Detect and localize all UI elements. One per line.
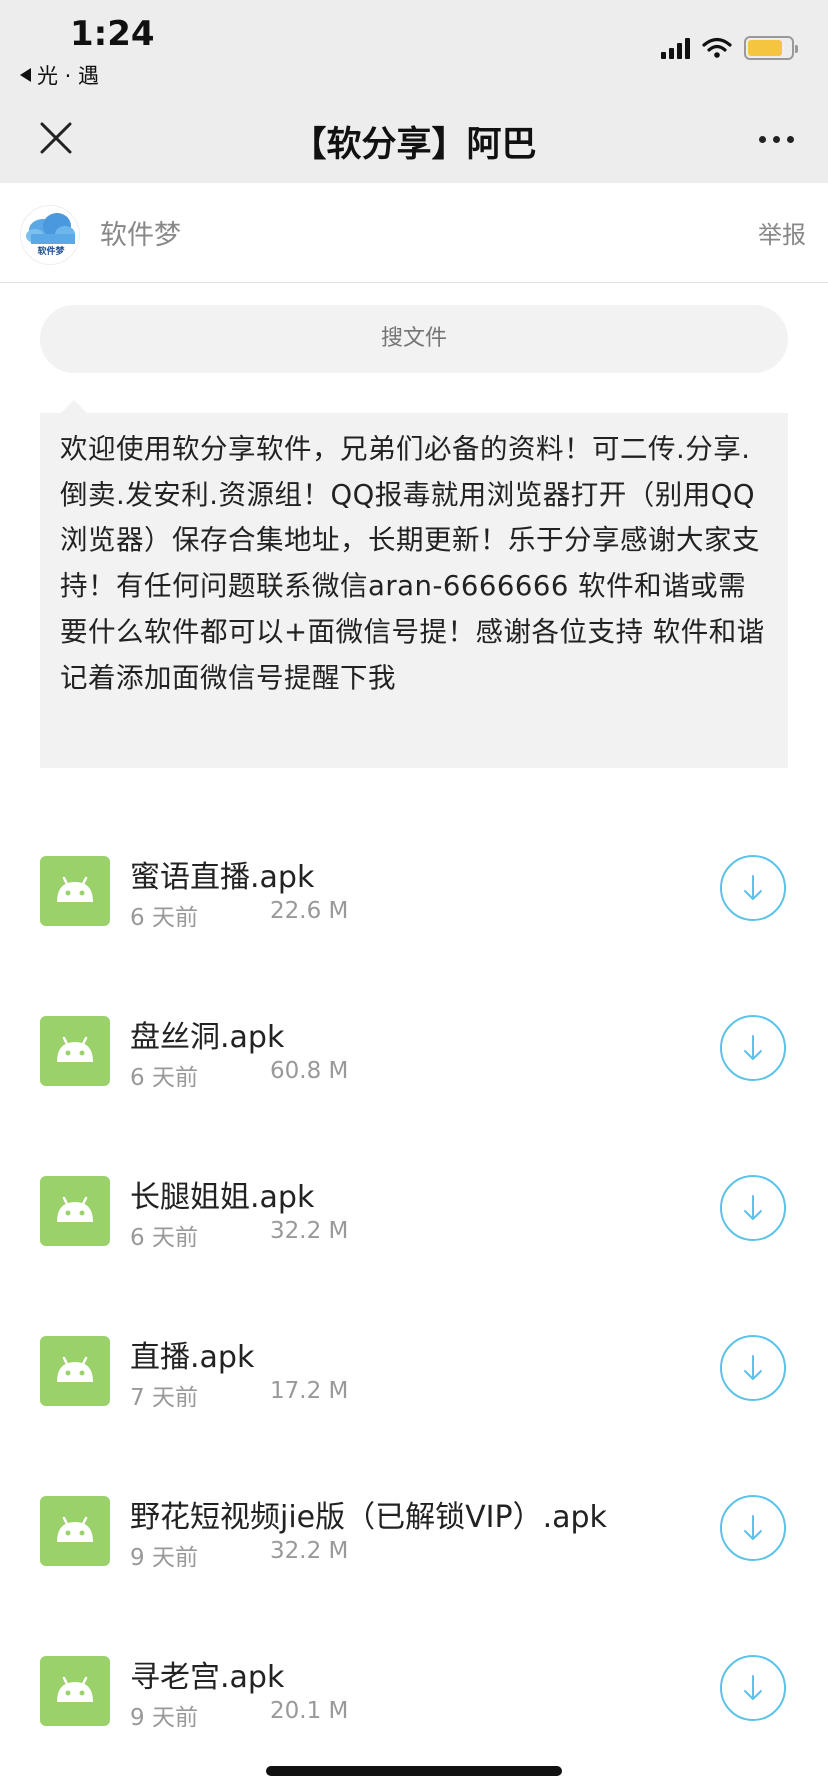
file-date: 7 天前 — [130, 1385, 198, 1411]
android-icon — [40, 1016, 110, 1086]
android-icon — [40, 856, 110, 926]
account-name[interactable]: 软件梦 — [100, 213, 181, 252]
file-name: 长腿姐姐.apk — [130, 1180, 315, 1215]
file-item[interactable]: 野花短视频jie版（已解锁VIP）.apk 9 天前 32.2 M — [0, 1460, 828, 1620]
android-icon — [40, 1496, 110, 1566]
download-icon[interactable] — [719, 1174, 787, 1242]
bubble-pointer — [60, 400, 88, 414]
android-icon — [40, 1656, 110, 1726]
file-item[interactable]: 蜜语直播.apk 6 天前 22.6 M — [0, 820, 828, 980]
file-item[interactable]: 寻老宫.apk 9 天前 20.1 M — [0, 1620, 828, 1780]
file-name: 野花短视频jie版（已解锁VIP）.apk — [130, 1500, 607, 1535]
file-name: 蜜语直播.apk — [130, 860, 315, 895]
cloud-logo-icon: 软件梦 — [26, 213, 75, 257]
file-name: 寻老宫.apk — [130, 1660, 285, 1695]
wifi-icon — [702, 37, 732, 58]
report-link[interactable]: 举报 — [758, 215, 806, 250]
back-triangle-icon — [20, 68, 31, 82]
home-indicator[interactable] — [266, 1766, 562, 1776]
group-description: 欢迎使用软分享软件，兄弟们必备的资料！可二传.分享.倒卖.发安利.资源组！QQ报… — [40, 413, 788, 768]
file-size: 22.6 M — [270, 898, 349, 924]
file-date: 9 天前 — [130, 1545, 198, 1571]
file-date: 6 天前 — [130, 905, 198, 931]
file-size: 32.2 M — [270, 1218, 349, 1244]
page-title: 【软分享】阿巴 — [291, 125, 537, 165]
download-icon[interactable] — [719, 854, 787, 922]
file-list: 蜜语直播.apk 6 天前 22.6 M 盘丝洞.apk 6 天前 60.8 M — [0, 820, 828, 1780]
svg-text:软件梦: 软件梦 — [37, 245, 65, 257]
file-size: 32.2 M — [270, 1538, 349, 1564]
download-icon[interactable] — [719, 1494, 787, 1562]
file-name: 盘丝洞.apk — [130, 1020, 285, 1055]
back-app-label: 光 · 遇 — [37, 64, 100, 88]
download-icon[interactable] — [719, 1014, 787, 1082]
file-name: 直播.apk — [130, 1340, 255, 1375]
status-time: 1:24 — [70, 14, 155, 54]
file-size: 17.2 M — [270, 1378, 349, 1404]
download-icon[interactable] — [719, 1654, 787, 1722]
battery-icon — [744, 36, 798, 60]
file-date: 9 天前 — [130, 1705, 198, 1731]
search-input[interactable] — [40, 305, 788, 373]
file-item[interactable]: 长腿姐姐.apk 6 天前 32.2 M — [0, 1140, 828, 1300]
account-row: 软件梦 软件梦 举报 — [0, 183, 828, 283]
file-size: 20.1 M — [270, 1698, 349, 1724]
file-item[interactable]: 直播.apk 7 天前 17.2 M — [0, 1300, 828, 1460]
file-item[interactable]: 盘丝洞.apk 6 天前 60.8 M — [0, 980, 828, 1140]
status-back-to-app[interactable]: 光 · 遇 — [20, 60, 99, 90]
download-icon[interactable] — [719, 1334, 787, 1402]
status-indicators — [661, 36, 798, 60]
file-date: 6 天前 — [130, 1225, 198, 1251]
cellular-signal-icon — [661, 37, 690, 59]
file-size: 60.8 M — [270, 1058, 349, 1084]
more-dots-icon[interactable] — [759, 136, 794, 143]
android-icon — [40, 1176, 110, 1246]
avatar[interactable]: 软件梦 — [20, 205, 80, 265]
file-date: 6 天前 — [130, 1065, 198, 1091]
android-icon — [40, 1336, 110, 1406]
